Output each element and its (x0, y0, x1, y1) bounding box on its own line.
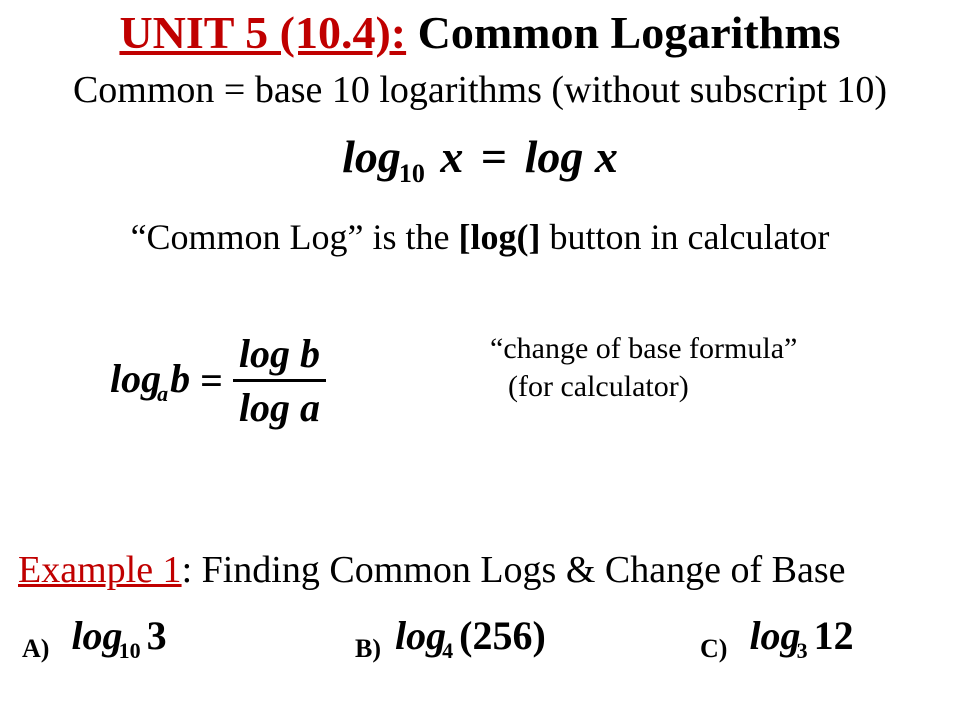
cob-numerator: log b (233, 330, 326, 377)
part-b: B) log4(256) (355, 612, 546, 664)
unit-topic: Common Logarithms (406, 7, 840, 58)
part-a: A) log103 (22, 612, 167, 664)
part-c-expr: log312 (749, 612, 853, 664)
part-b-arg: 256 (472, 613, 532, 658)
example-1-heading: Example 1: Finding Common Logs & Change … (18, 548, 950, 592)
cob-arg-b: b (170, 356, 190, 401)
part-a-label: A) (22, 634, 49, 664)
change-of-base-note: “change of base formula” (for calculator… (490, 330, 797, 405)
cob-lhs: logab (110, 355, 190, 407)
part-b-label: B) (355, 634, 381, 664)
cob-denominator: log a (233, 384, 326, 431)
fraction-bar (233, 379, 326, 382)
example-label: Example 1 (18, 549, 182, 591)
cob-num-log: log (239, 331, 290, 376)
cob-sub-a: a (157, 381, 170, 406)
cob-log: log (110, 356, 161, 401)
calc-button-label: [log(] (459, 217, 541, 257)
slide: UNIT 5 (10.4): Common Logarithms Common … (0, 0, 960, 720)
unit-number: UNIT 5 (10.4): (119, 7, 406, 58)
part-c-label: C) (700, 634, 727, 664)
cob-note-line-1: “change of base formula” (490, 330, 797, 368)
log-text-2: log (525, 131, 584, 182)
part-a-log: log (71, 613, 122, 658)
part-b-sub: 4 (442, 638, 459, 663)
equals-sign: = (475, 131, 513, 182)
part-c-sub: 3 (797, 638, 814, 663)
log-text: log (342, 131, 401, 182)
part-c-arg: 12 (814, 613, 854, 658)
page-title: UNIT 5 (10.4): Common Logarithms (0, 6, 960, 59)
example-rest: : Finding Common Logs & Change of Base (182, 549, 846, 591)
var-x: x (440, 131, 463, 182)
identity-equation: log10 x = log x (0, 130, 960, 189)
cob-den-arg: a (300, 385, 320, 430)
part-c: C) log312 (700, 612, 854, 664)
calculator-note: “Common Log” is the [log(] button in cal… (0, 216, 960, 258)
cob-note-line-2: (for calculator) (490, 368, 797, 406)
part-c-log: log (749, 613, 800, 658)
cob-equals: = (190, 357, 233, 404)
part-b-expr: log4(256) (395, 612, 546, 664)
sub-10: 10 (399, 159, 425, 188)
part-b-lparen: ( (459, 613, 472, 658)
part-a-arg: 3 (147, 613, 167, 658)
change-of-base-formula: logab = log b log a (110, 330, 326, 431)
part-b-log: log (395, 613, 446, 658)
part-b-rparen: ) (532, 613, 545, 658)
cob-den-log: log (239, 385, 290, 430)
example-parts: A) log103 B) log4(256) C) log312 (0, 612, 960, 692)
calc-pre: “Common Log” is the (131, 217, 459, 257)
cob-num-arg: b (300, 331, 320, 376)
part-a-sub: 10 (119, 638, 147, 663)
part-a-expr: log103 (71, 612, 166, 664)
var-x-2: x (595, 131, 618, 182)
cob-fraction: log b log a (233, 330, 326, 431)
calc-post: button in calculator (541, 217, 830, 257)
subtitle: Common = base 10 logarithms (without sub… (0, 68, 960, 112)
